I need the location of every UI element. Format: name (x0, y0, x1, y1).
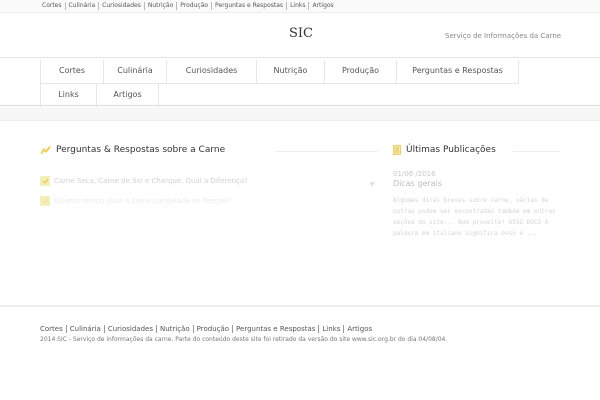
site-title[interactable]: SIC (289, 26, 313, 41)
qa-item[interactable]: Quanto tempo dura a carne congelada no f… (40, 196, 231, 206)
top-utility-bar: Cortes Culinária Curiosidades Nutrição P… (0, 0, 600, 13)
nav-item-producao[interactable]: Produção (324, 60, 396, 84)
chart-trend-icon (40, 145, 51, 155)
top-menu-nutricao[interactable]: Nutrição (145, 2, 178, 10)
post-excerpt: Algumas dicas breves sobre carne, várias… (393, 197, 556, 237)
footer-link-curiosidades[interactable]: Curiosidades (105, 325, 157, 333)
top-menu-artigos[interactable]: Artigos (309, 2, 336, 10)
qa-item-text: Quanto tempo dura a carne congelada no f… (54, 197, 232, 205)
top-menu-links[interactable]: Links (287, 2, 310, 10)
nav-item-nutricao[interactable]: Nutrição (256, 60, 324, 84)
main-nav-row-1: Cortes Culinária Curiosidades Nutrição P… (40, 60, 519, 84)
document-icon (393, 145, 401, 155)
top-menu-cortes[interactable]: Cortes (42, 2, 66, 10)
main-nav-row-2: Links Artigos (40, 84, 159, 108)
footer-link-artigos[interactable]: Artigos (344, 325, 375, 333)
footer-link-cortes[interactable]: Cortes (40, 325, 67, 333)
top-menu-culinaria[interactable]: Culinária (66, 2, 100, 10)
footer-links: Cortes Culinária Curiosidades Nutrição P… (40, 325, 375, 333)
qa-item[interactable]: Carne Seca, Carne de Sol e Charque. Qual… (40, 176, 248, 186)
footer-link-nutricao[interactable]: Nutrição (157, 325, 194, 333)
post-title[interactable]: Dicas gerais (393, 179, 442, 188)
footer-link-links[interactable]: Links (319, 325, 345, 333)
site-tagline: Serviço de Informações da Carne (445, 32, 562, 40)
qa-section-title-text: Perguntas & Respostas sobre a Carne (56, 145, 226, 155)
content-band (0, 107, 600, 121)
post-date: 01/06 /2016 (393, 170, 436, 178)
nav-item-links[interactable]: Links (40, 84, 96, 108)
check-icon (40, 176, 50, 186)
latest-section-title-text: Últimas Publicações (406, 145, 496, 155)
footer-link-perguntas[interactable]: Perguntas e Respostas (233, 325, 320, 333)
qa-item-text: Carne Seca, Carne de Sol e Charque. Qual… (54, 177, 248, 185)
check-icon (40, 196, 50, 206)
nav-item-culinaria[interactable]: Culinária (103, 60, 166, 84)
copyright: 2014 SIC - Serviço de informações da car… (40, 336, 448, 343)
qa-section-title: Perguntas & Respostas sobre a Carne (40, 145, 225, 155)
nav-item-artigos[interactable]: Artigos (96, 84, 159, 108)
top-menu: Cortes Culinária Curiosidades Nutrição P… (42, 2, 337, 10)
latest-section-title: Últimas Publicações (393, 145, 496, 155)
footer-link-producao[interactable]: Produção (194, 325, 234, 333)
qa-title-divider (276, 151, 378, 152)
chevron-down-icon: ▼ (370, 181, 375, 188)
footer-link-culinaria[interactable]: Culinária (67, 325, 105, 333)
footer: Cortes Culinária Curiosidades Nutrição P… (0, 305, 600, 400)
top-menu-producao[interactable]: Produção (177, 2, 213, 10)
nav-item-curiosidades[interactable]: Curiosidades (166, 60, 256, 84)
top-menu-curiosidades[interactable]: Curiosidades (99, 2, 145, 10)
main-nav: Cortes Culinária Curiosidades Nutrição P… (0, 57, 600, 108)
nav-item-cortes[interactable]: Cortes (40, 60, 103, 84)
top-menu-perguntas[interactable]: Perguntas e Respostas (212, 2, 288, 10)
nav-item-perguntas[interactable]: Perguntas e Respostas (396, 60, 519, 84)
latest-title-divider (513, 151, 560, 152)
